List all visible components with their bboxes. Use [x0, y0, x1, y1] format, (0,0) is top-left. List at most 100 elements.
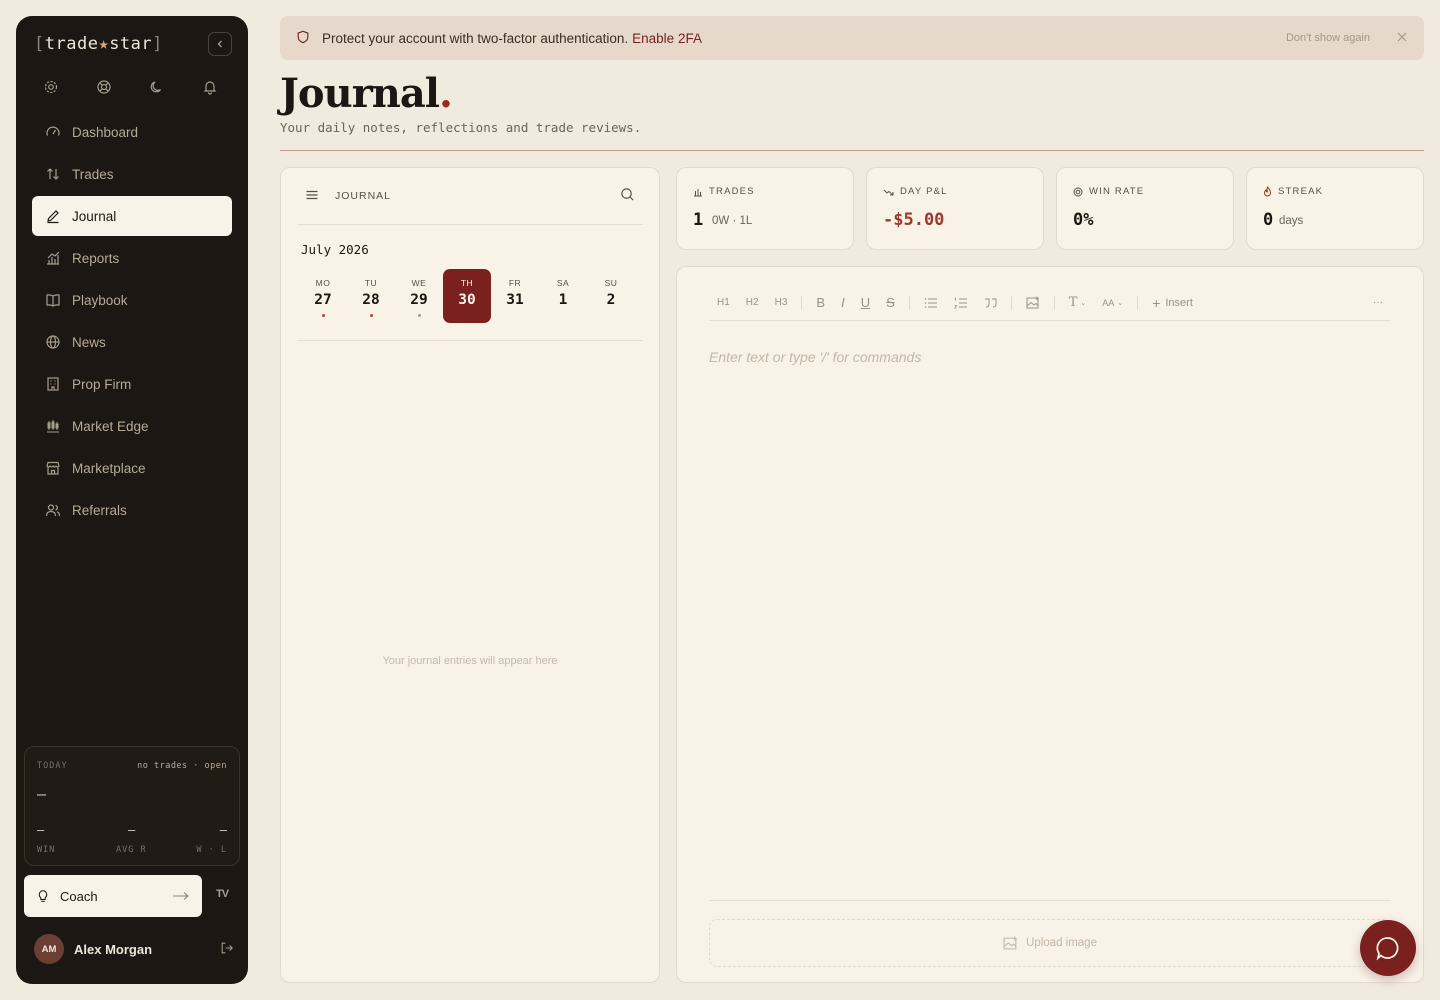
- italic-button[interactable]: I: [833, 293, 853, 313]
- calendar-day[interactable]: SU 2: [587, 269, 635, 323]
- calendar-header-label: JOURNAL: [335, 190, 392, 202]
- calendar-day[interactable]: MO 27: [299, 269, 347, 323]
- sidebar-item-label: Playbook: [72, 292, 128, 308]
- enable-2fa-link[interactable]: Enable 2FA: [632, 31, 702, 46]
- tradingview-logo[interactable]: TV: [216, 888, 229, 900]
- page-title: Journal.: [280, 70, 453, 117]
- insert-button[interactable]: + Insert: [1144, 293, 1201, 313]
- sidebar-item-prop-firm[interactable]: Prop Firm: [32, 364, 232, 404]
- lifebuoy-icon[interactable]: [95, 78, 113, 96]
- bar-chart-icon: [694, 188, 702, 196]
- calendar-day[interactable]: TU 28: [347, 269, 395, 323]
- calendar-day[interactable]: SA 1: [539, 269, 587, 323]
- stat-label-text: WIN RATE: [1089, 186, 1145, 197]
- search-icon[interactable]: [620, 187, 635, 205]
- sidebar-item-marketplace[interactable]: Marketplace: [32, 448, 232, 488]
- heading3-button[interactable]: H3: [767, 293, 796, 313]
- globe-icon: [44, 333, 62, 351]
- day-date: 27: [314, 292, 332, 308]
- today-avg-r-label: AVG R: [116, 845, 147, 855]
- plus-icon: +: [1152, 294, 1161, 311]
- stat-value: 0%: [1073, 210, 1094, 230]
- calendar-day[interactable]: WE 29: [395, 269, 443, 323]
- page-subtitle: Your daily notes, reflections and trade …: [280, 120, 642, 135]
- sidebar-item-market-edge[interactable]: Market Edge: [32, 406, 232, 446]
- day-date: 29: [410, 292, 428, 308]
- two-factor-banner: Protect your account with two-factor aut…: [280, 16, 1424, 60]
- stat-label-text: STREAK: [1278, 186, 1324, 197]
- day-date: 30: [458, 292, 476, 308]
- sidebar-item-label: Market Edge: [72, 418, 149, 434]
- heading1-button[interactable]: H1: [709, 293, 738, 313]
- today-win-value: —: [37, 823, 45, 837]
- bell-icon[interactable]: [201, 78, 219, 96]
- menu-icon[interactable]: [305, 188, 319, 205]
- underline-button[interactable]: U: [853, 293, 878, 313]
- moon-icon[interactable]: [148, 78, 166, 96]
- upload-image-dropzone[interactable]: Upload image: [709, 919, 1391, 967]
- sidebar-item-news[interactable]: News: [32, 322, 232, 362]
- day-of-week: TH: [460, 278, 474, 288]
- chat-button[interactable]: [1360, 920, 1416, 976]
- heading2-button[interactable]: H2: [738, 293, 767, 313]
- day-date: 31: [506, 292, 524, 308]
- stat-label: TRADES: [693, 186, 755, 197]
- shield-icon: [296, 30, 310, 47]
- sidebar-item-journal[interactable]: Journal: [32, 196, 232, 236]
- logout-icon[interactable]: [220, 941, 234, 958]
- strikethrough-button[interactable]: S: [878, 293, 903, 313]
- chart-icon: [44, 249, 62, 267]
- page-title-text: Journal: [280, 70, 440, 117]
- sidebar-item-label: Referrals: [72, 502, 127, 518]
- calendar-month: July 2026: [301, 242, 369, 257]
- book-icon: [44, 291, 62, 309]
- sidebar-item-referrals[interactable]: Referrals: [32, 490, 232, 530]
- close-icon[interactable]: [1396, 30, 1408, 46]
- dont-show-again-link[interactable]: Don't show again: [1286, 32, 1370, 44]
- stat-card-day-pnl: DAY P&L -$5.00: [866, 167, 1044, 250]
- quote-icon[interactable]: [976, 293, 1005, 313]
- sidebar-item-label: Reports: [72, 250, 120, 266]
- bullet-list-icon[interactable]: [916, 293, 946, 313]
- day-of-week: MO: [315, 278, 331, 288]
- coach-label: Coach: [60, 888, 98, 904]
- sidebar-item-label: Prop Firm: [72, 376, 132, 392]
- calendar-header: JOURNAL: [297, 168, 643, 225]
- sidebar-item-reports[interactable]: Reports: [32, 238, 232, 278]
- editor-placeholder[interactable]: Enter text or type '/' for commands: [709, 349, 921, 365]
- calendar-day[interactable]: FR 31: [491, 269, 539, 323]
- bold-button[interactable]: B: [808, 293, 833, 313]
- image-icon[interactable]: [1018, 293, 1048, 313]
- calendar-day-selected[interactable]: TH 30: [443, 269, 491, 323]
- font-size-dropdown[interactable]: AA ⌄: [1094, 293, 1131, 313]
- logo-word-star: star: [109, 34, 153, 54]
- arrow-right-icon: [172, 889, 190, 904]
- day-of-week: FR: [508, 278, 522, 288]
- stat-label: DAY P&L: [883, 186, 948, 197]
- today-label: TODAY: [37, 761, 68, 771]
- upload-image-label: Upload image: [1026, 937, 1097, 949]
- sidebar-item-trades[interactable]: Trades: [32, 154, 232, 194]
- toolbar-divider: [1053, 295, 1055, 310]
- stat-label: STREAK: [1263, 186, 1323, 197]
- coach-button[interactable]: Coach: [24, 875, 202, 917]
- gear-icon[interactable]: [42, 78, 60, 96]
- today-avg-r-value: —: [128, 823, 136, 837]
- logo-bracket-open: [: [34, 34, 45, 54]
- logo[interactable]: [trade★star]: [34, 34, 163, 54]
- collapse-sidebar-button[interactable]: [208, 32, 232, 56]
- text-type-dropdown[interactable]: T ⌄: [1061, 293, 1095, 313]
- user-profile[interactable]: AM Alex Morgan: [34, 934, 234, 964]
- stat-card-streak: STREAK 0 days: [1246, 167, 1424, 250]
- entry-marker: [417, 314, 421, 317]
- sidebar-item-playbook[interactable]: Playbook: [32, 280, 232, 320]
- arrows-updown-icon: [44, 165, 62, 183]
- stat-card-trades: TRADES 1 0W · 1L: [676, 167, 854, 250]
- more-options-button[interactable]: ···: [1365, 293, 1391, 313]
- sidebar-item-dashboard[interactable]: Dashboard: [32, 112, 232, 152]
- today-summary-card: TODAY no trades · open — — — — WIN AVG R…: [24, 746, 240, 866]
- ordered-list-icon[interactable]: [946, 293, 976, 313]
- header-divider: [280, 150, 1424, 151]
- today-wl-value: —: [219, 823, 227, 837]
- stat-subtext: 0W · 1L: [712, 215, 753, 227]
